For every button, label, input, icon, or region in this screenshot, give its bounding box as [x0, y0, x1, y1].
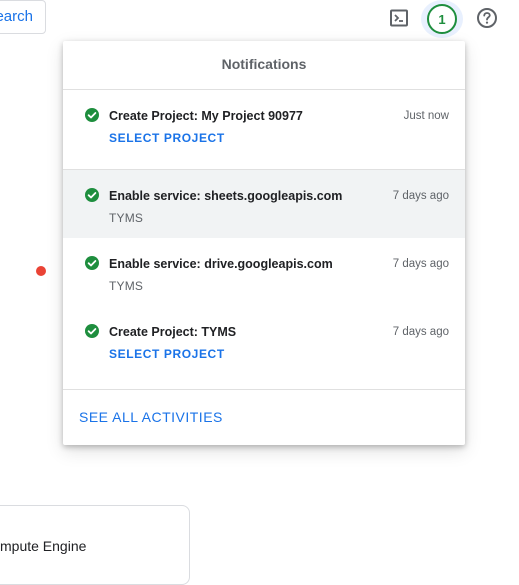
notification-time: 7 days ago	[392, 190, 449, 202]
check-circle-icon	[85, 108, 99, 122]
cloud-shell-button[interactable]	[383, 2, 415, 34]
check-circle-icon	[85, 188, 99, 202]
panel-title: Notifications	[63, 41, 465, 90]
notification-time: 7 days ago	[392, 326, 449, 338]
notification-time: 7 days ago	[392, 258, 449, 270]
check-circle-icon	[85, 324, 99, 338]
notification-time: Just now	[403, 110, 449, 122]
terminal-icon	[390, 9, 408, 27]
compute-engine-label: mpute Engine	[0, 538, 87, 554]
status-dot-icon	[36, 266, 46, 276]
notification-title: Create Project: My Project 90977	[109, 109, 303, 123]
help-icon	[477, 8, 497, 28]
select-project-link[interactable]: SELECT PROJECT	[109, 130, 225, 146]
notification-item[interactable]: Enable service: drive.googleapis.com 7 d…	[63, 238, 465, 306]
see-all-activities-link[interactable]: SEE ALL ACTIVITIES	[63, 389, 465, 445]
notification-item[interactable]: Enable service: sheets.googleapis.com 7 …	[63, 170, 465, 238]
notification-count-badge: 1	[438, 11, 446, 27]
notification-subtitle: TYMS	[109, 279, 144, 293]
search-button[interactable]: earch	[0, 0, 46, 34]
notification-list: Create Project: My Project 90977 Just no…	[63, 90, 465, 392]
check-circle-icon	[85, 256, 99, 270]
notification-item[interactable]: Create Project: My Project 90977 Just no…	[63, 90, 465, 170]
select-project-link[interactable]: SELECT PROJECT	[109, 346, 225, 362]
help-button[interactable]	[471, 2, 503, 34]
notifications-panel: Notifications Create Project: My Project…	[63, 41, 465, 445]
notification-item[interactable]: Create Project: TYMS 7 days ago SELECT P…	[63, 306, 465, 392]
notifications-icon: 1	[427, 4, 457, 34]
notification-subtitle: TYMS	[109, 211, 144, 225]
notifications-button[interactable]: 1	[421, 0, 463, 38]
